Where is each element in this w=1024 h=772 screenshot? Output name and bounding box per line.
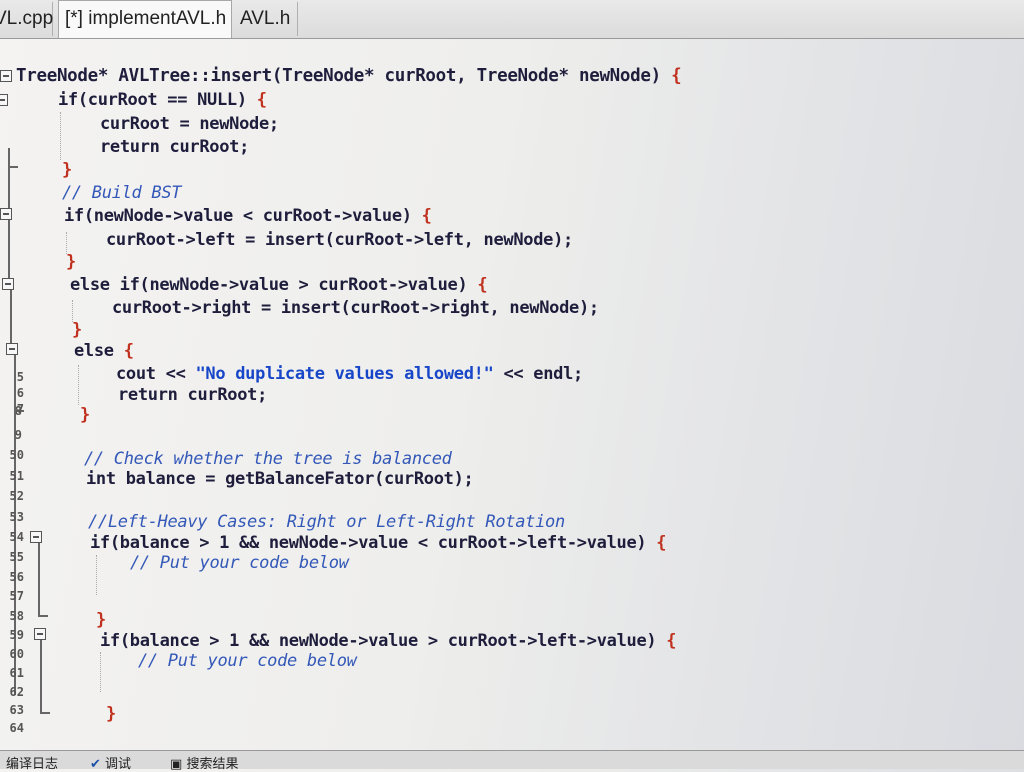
code-comment[interactable]: //Left-Heavy Cases: Right or Left-Right … xyxy=(88,512,565,532)
code-text: if(newNode->value < curRoot->value) xyxy=(64,206,422,226)
tab-search-results[interactable]: ▣ 搜索结果 xyxy=(170,753,239,772)
code-line[interactable]: } xyxy=(106,704,116,724)
brace: { xyxy=(256,90,267,110)
code-line[interactable]: } xyxy=(72,320,82,340)
code-line[interactable]: else { xyxy=(74,341,134,361)
code-line[interactable]: if(curRoot == NULL) { xyxy=(58,90,267,110)
code-line[interactable]: else if(newNode->value > curRoot->value)… xyxy=(70,275,488,295)
brace: { xyxy=(666,631,677,651)
brace: { xyxy=(123,341,134,361)
code-text: else xyxy=(74,341,124,361)
code-text: << endl; xyxy=(493,364,583,384)
code-comment[interactable]: // Check whether the tree is balanced xyxy=(84,449,452,469)
code-text: else if(newNode->value > curRoot->value) xyxy=(70,275,478,295)
code-line[interactable]: if(newNode->value < curRoot->value) { xyxy=(64,206,432,226)
code-line[interactable]: return curRoot; xyxy=(100,137,249,157)
code-line[interactable]: } xyxy=(62,160,72,180)
code-line[interactable]: if(balance > 1 && newNode->value < curRo… xyxy=(90,533,667,553)
code-comment[interactable]: // Put your code below xyxy=(138,651,357,671)
brace: { xyxy=(671,66,682,86)
indent-guide xyxy=(78,365,79,405)
code-text: TreeNode* AVLTree::insert(TreeNode* curR… xyxy=(16,66,672,86)
bottom-panel-tabs: 编译日志 ✔ 调试 ▣ 搜索结果 xyxy=(0,750,1024,772)
code-line[interactable]: if(balance > 1 && newNode->value > curRo… xyxy=(100,631,677,651)
code-line[interactable]: TreeNode* AVLTree::insert(TreeNode* curR… xyxy=(16,66,682,86)
code-line[interactable]: curRoot->left = insert(curRoot->left, ne… xyxy=(106,230,573,250)
indent-guide xyxy=(60,112,61,160)
brace: { xyxy=(656,533,667,553)
code-line[interactable]: cout << "No duplicate values allowed!" <… xyxy=(116,364,583,384)
indent-guide xyxy=(66,232,67,254)
code-editor[interactable]: TreeNode* AVLTree::insert(TreeNode* curR… xyxy=(0,0,1024,750)
indent-guide xyxy=(100,652,101,692)
tab-compile-log[interactable]: 编译日志 xyxy=(6,753,58,772)
code-line[interactable]: return curRoot; xyxy=(118,385,267,405)
code-text: if(curRoot == NULL) xyxy=(58,90,257,110)
brace: { xyxy=(477,275,488,295)
code-line[interactable]: } xyxy=(96,610,106,630)
tab-search-label: 搜索结果 xyxy=(186,757,239,772)
search-results-icon: ▣ xyxy=(170,757,183,772)
code-text: if(balance > 1 && newNode->value < curRo… xyxy=(90,533,657,553)
code-text: cout << xyxy=(116,364,196,384)
code-line[interactable]: curRoot->right = insert(curRoot->right, … xyxy=(112,298,599,318)
code-comment[interactable]: // Put your code below xyxy=(130,553,349,573)
tab-debug[interactable]: ✔ 调试 xyxy=(90,753,132,772)
indent-guide xyxy=(96,555,97,595)
tab-debug-label: 调试 xyxy=(105,757,132,772)
code-line[interactable]: } xyxy=(80,405,90,425)
string-literal: "No duplicate values allowed!" xyxy=(195,364,494,384)
brace: { xyxy=(421,206,432,226)
check-icon: ✔ xyxy=(90,757,101,772)
code-line[interactable]: int balance = getBalanceFator(curRoot); xyxy=(86,469,474,489)
code-line[interactable]: curRoot = newNode; xyxy=(100,114,279,134)
indent-guide xyxy=(72,300,73,322)
code-text: if(balance > 1 && newNode->value > curRo… xyxy=(100,631,667,651)
code-comment[interactable]: // Build BST xyxy=(62,183,182,203)
code-line[interactable]: } xyxy=(66,252,76,272)
